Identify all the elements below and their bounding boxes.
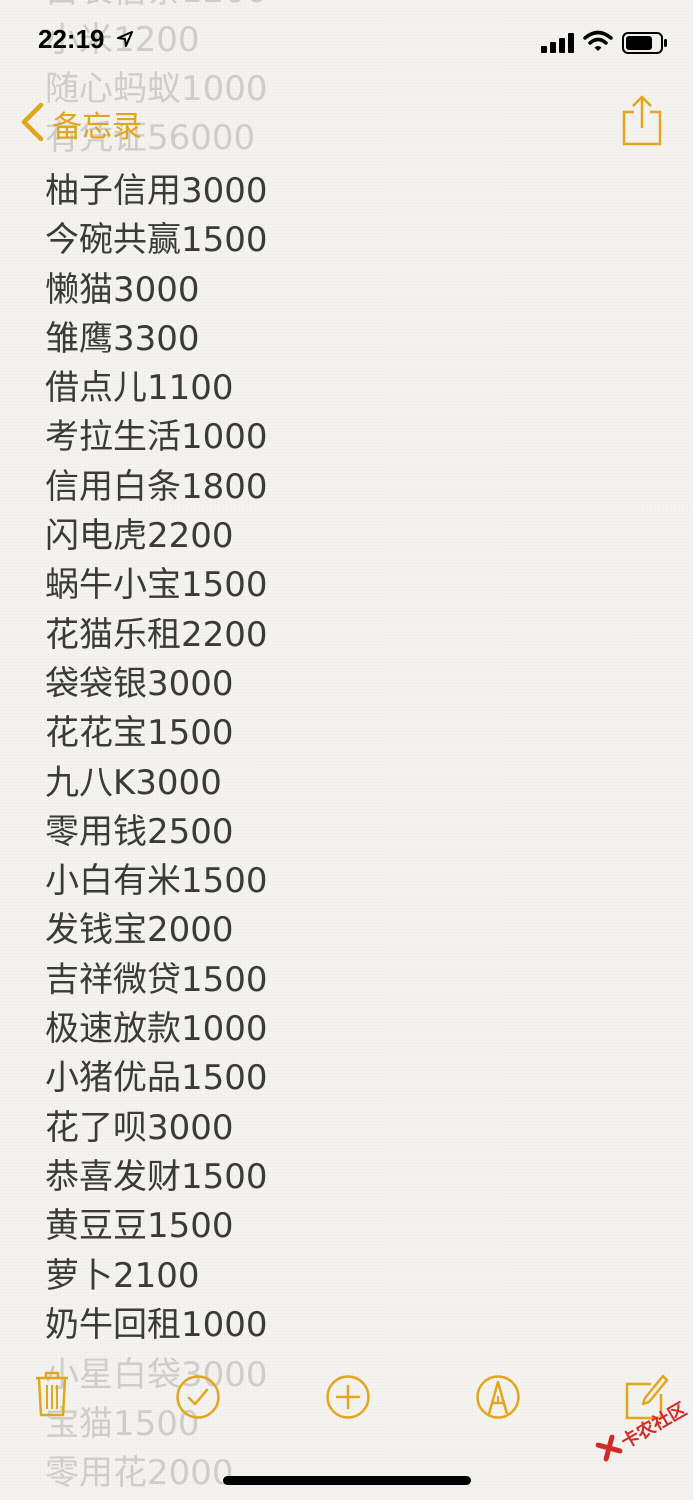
- note-line: 极速放款1000: [45, 1009, 268, 1050]
- note-line: 零用钱2500: [45, 811, 234, 852]
- note-line: 懒猫3000: [45, 269, 200, 310]
- note-line: 雏鹰3300: [45, 318, 200, 359]
- note-line: 小白有米1500: [45, 861, 268, 902]
- note-line: 黄豆豆1500: [45, 1206, 234, 1247]
- note-line: 柚子信用3000: [45, 171, 268, 211]
- trash-icon: [34, 1371, 70, 1422]
- delete-button[interactable]: [34, 1370, 70, 1422]
- note-line: 发钱宝2000: [45, 910, 234, 951]
- checkmark-circle-icon: [175, 1375, 221, 1424]
- note-line: 信用白条1800: [45, 466, 268, 507]
- note-line: 蜗牛小宝1500: [45, 565, 268, 606]
- battery-icon: [622, 32, 668, 58]
- navigation-bar: 备忘录: [0, 94, 693, 154]
- note-line: 花了呗3000: [45, 1107, 234, 1148]
- note-line: 小猪优品1500: [45, 1058, 268, 1099]
- note-line: 恭喜发财1500: [45, 1156, 268, 1197]
- pen-tip-circle-icon: [475, 1375, 521, 1424]
- bottom-toolbar: [0, 1370, 693, 1430]
- location-arrow-icon: [117, 31, 133, 51]
- note-body[interactable]: 柚子信用3000 今碗共赢1500 懒猫3000 雏鹰3300 借点儿1100 …: [45, 167, 268, 1350]
- note-line: 袋袋银3000: [45, 663, 234, 704]
- note-line: 花花宝1500: [45, 713, 234, 754]
- add-button[interactable]: [325, 1374, 371, 1424]
- note-line: 考拉生活1000: [45, 417, 268, 458]
- note-line: 借点儿1100: [45, 368, 234, 409]
- markup-button[interactable]: [475, 1374, 521, 1424]
- note-line: 吉祥微贷1500: [45, 959, 268, 1000]
- note-line: 花猫乐租2200: [45, 614, 268, 655]
- note-line: 九八K3000: [45, 762, 222, 803]
- note-line: 闪电虎2200: [45, 516, 234, 557]
- note-line: 萝卜2100: [45, 1255, 200, 1296]
- status-time: 22:19: [38, 24, 105, 54]
- share-icon: [620, 95, 664, 152]
- plus-circle-icon: [325, 1375, 371, 1424]
- share-button[interactable]: [620, 94, 664, 152]
- back-button-label: 备忘录: [52, 110, 142, 145]
- cellular-signal-icon: [541, 33, 575, 57]
- back-button[interactable]: 备忘录: [20, 102, 142, 146]
- chevron-left-icon: [20, 102, 44, 146]
- faded-line: 零用花2000: [45, 1453, 234, 1493]
- note-line: 奶牛回租1000: [45, 1304, 268, 1345]
- home-indicator[interactable]: [223, 1476, 471, 1485]
- note-line: 今碗共赢1500: [45, 220, 268, 261]
- status-bar: 22:19: [0, 0, 693, 86]
- checklist-button[interactable]: [175, 1374, 221, 1424]
- wifi-icon: [583, 30, 613, 56]
